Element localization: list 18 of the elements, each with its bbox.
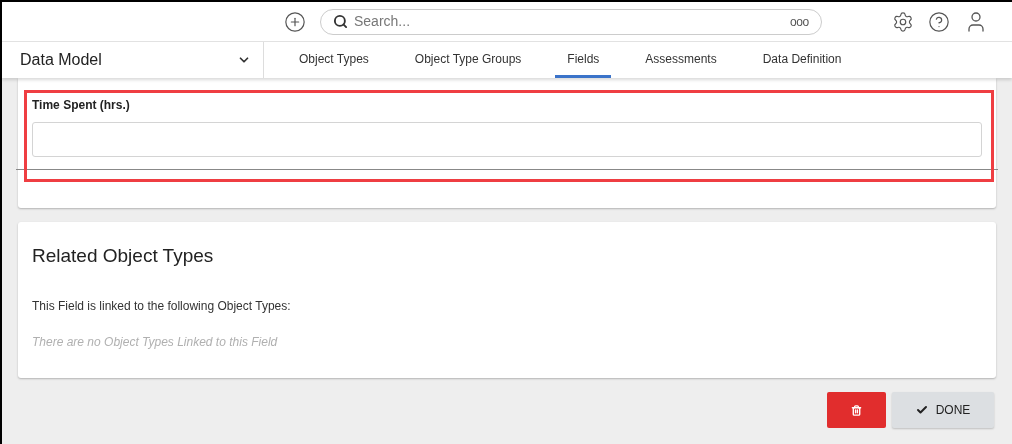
done-button[interactable]: DONE [892,392,994,428]
settings-icon[interactable] [892,10,914,33]
more-options[interactable]: ooo [789,12,809,31]
nav-tab[interactable]: Object Types [287,42,381,78]
add-icon[interactable] [284,10,306,33]
description-text: This Field is linked to the following Object Types: [32,297,292,315]
nav-tab[interactable]: Data Definition [750,42,854,78]
check-icon [915,404,928,416]
search-icon [333,14,348,29]
delete-button[interactable] [827,392,886,428]
section-title: Related Object Types [32,244,215,268]
empty-message: There are no Object Types Linked to this Field [32,333,279,351]
input-field[interactable] [32,122,982,157]
nav-tab[interactable]: Assessments [633,42,729,78]
trash-icon [851,404,862,416]
help-icon[interactable] [928,10,950,33]
nav-tab[interactable]: Object Type Groups [402,42,534,78]
field-label: Time Spent (hrs.) [32,97,131,114]
